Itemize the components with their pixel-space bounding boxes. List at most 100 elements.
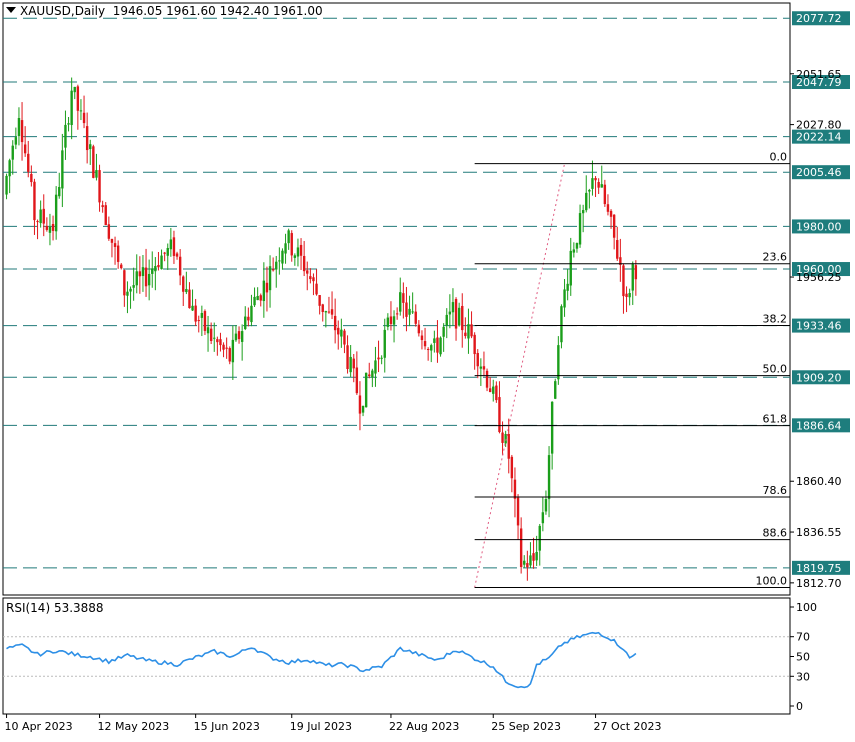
candle-body	[547, 455, 551, 500]
y-axis-tick-label: 1860.40	[796, 475, 842, 488]
candle-body	[445, 314, 448, 326]
candle-body	[250, 305, 253, 323]
candle-body	[346, 345, 349, 369]
candle-body	[513, 479, 517, 499]
candle-body	[492, 386, 495, 394]
candle-body	[200, 312, 204, 318]
candle-body	[402, 293, 405, 303]
candle-body	[222, 344, 225, 350]
candle-body	[306, 270, 309, 274]
candle-body	[228, 348, 231, 362]
level-price-label: 1980.00	[796, 220, 842, 233]
candle-body	[95, 170, 98, 178]
candle-body	[30, 173, 33, 183]
candle-body	[470, 324, 473, 337]
candle-body	[318, 295, 321, 306]
candle-body	[185, 288, 188, 293]
candle-body	[389, 316, 393, 324]
candle-body	[377, 357, 380, 360]
candle-body	[64, 124, 67, 148]
candle-body	[120, 264, 123, 269]
candle-body	[216, 339, 219, 343]
fib-level-label: 50.0	[763, 363, 788, 376]
candle-body	[566, 283, 569, 291]
candle-body	[374, 360, 377, 374]
candle-body	[457, 307, 461, 326]
candle-body	[529, 555, 532, 566]
candle-body	[197, 320, 200, 322]
candle-body	[585, 192, 588, 211]
x-axis-tick-label: 12 May 2023	[98, 720, 170, 733]
candle-body	[231, 339, 235, 363]
candle-body	[225, 347, 228, 349]
candle-body	[616, 240, 619, 259]
candle-body	[67, 123, 70, 125]
y-axis-tick-label: 1956.25	[796, 271, 842, 284]
candle-body	[532, 553, 535, 561]
candle-body	[39, 209, 42, 224]
candle-body	[625, 293, 628, 297]
candle-body	[408, 308, 411, 315]
candle-body	[442, 326, 445, 337]
candle-body	[550, 401, 554, 454]
candle-body	[544, 499, 548, 512]
candle-body	[405, 302, 408, 317]
candle-body	[337, 327, 340, 335]
candle-body	[169, 239, 173, 250]
candle-body	[73, 86, 76, 93]
candle-body	[271, 269, 275, 271]
candle-body	[33, 181, 36, 221]
dropdown-triangle-icon[interactable]	[6, 7, 16, 13]
candle-body	[312, 277, 315, 282]
candle-body	[85, 126, 89, 151]
candle-body	[175, 253, 179, 257]
candle-body	[188, 289, 191, 309]
candle-body	[213, 337, 216, 339]
candle-body	[479, 366, 483, 369]
candle-body	[259, 295, 262, 301]
candle-body	[417, 324, 421, 334]
level-price-label: 1886.64	[796, 419, 842, 432]
candle-body	[628, 292, 631, 298]
candle-body	[355, 367, 359, 394]
level-price-label: 2005.46	[796, 166, 842, 179]
x-axis-tick-label: 15 Jun 2023	[194, 720, 260, 733]
candle-body	[392, 316, 396, 325]
candle-body	[581, 210, 585, 214]
candle-body	[324, 311, 328, 313]
candle-body	[82, 112, 86, 124]
candle-body	[234, 333, 238, 341]
candle-body	[132, 285, 135, 288]
candle-body	[98, 170, 101, 203]
candle-body	[343, 330, 346, 345]
candle-body	[554, 381, 557, 399]
fib-level-label: 23.6	[763, 251, 788, 264]
candle-body	[178, 256, 182, 276]
candle-body	[414, 311, 417, 324]
fib-level-label: 78.6	[763, 484, 788, 497]
candle-body	[519, 528, 523, 568]
candle-body	[358, 395, 362, 414]
candle-body	[380, 357, 383, 359]
candle-body	[48, 226, 52, 233]
candle-body	[194, 305, 197, 322]
candle-body	[451, 302, 455, 313]
candle-body	[296, 247, 300, 257]
candle-body	[330, 309, 334, 315]
fib-level-label: 61.8	[763, 413, 788, 426]
candle-body	[147, 273, 151, 286]
candle-body	[488, 388, 492, 393]
candle-body	[423, 341, 427, 347]
price-pane-frame	[2, 2, 791, 596]
y-axis-tick-label: 1812.70	[796, 577, 842, 590]
candle-body	[123, 270, 126, 296]
candle-body	[253, 296, 256, 306]
candle-body	[101, 205, 104, 208]
x-axis-tick-label: 22 Aug 2023	[389, 720, 459, 733]
candle-body	[278, 260, 281, 262]
candle-body	[160, 255, 163, 270]
candle-body	[575, 243, 579, 249]
candle-body	[20, 120, 24, 143]
candle-body	[578, 213, 582, 245]
candle-body	[383, 329, 386, 358]
